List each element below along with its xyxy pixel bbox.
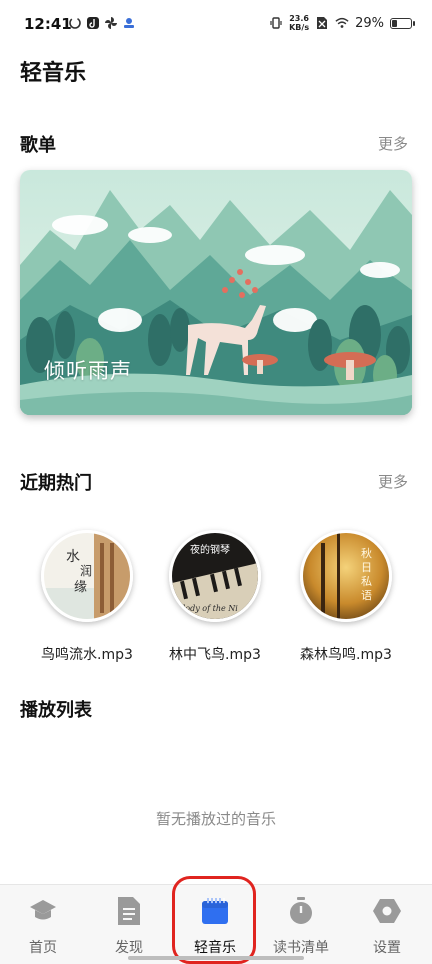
svg-text:私: 私 (361, 575, 372, 588)
svg-text:夜的钢琴: 夜的钢琴 (190, 543, 230, 556)
nav-label: 设置 (373, 940, 401, 956)
page-title: 轻音乐 (20, 61, 87, 86)
vibrate-icon (269, 16, 283, 30)
svg-text:润: 润 (80, 564, 92, 578)
playlist-banner[interactable]: 倾听雨声 (20, 170, 412, 415)
pinwheel-icon (104, 16, 118, 30)
hot-item-name: 鸟鸣流水.mp3 (41, 647, 133, 663)
playlist-section-title: 歌单 (20, 135, 56, 156)
album-cover: 夜的钢琴 elody of the Ni (169, 530, 261, 622)
status-bar: 12:41 23.6 KB/s 29% (0, 0, 432, 52)
wifi-icon (335, 16, 349, 30)
notification-app-icon (122, 16, 136, 30)
svg-text:秋: 秋 (361, 546, 372, 560)
hot-item-name: 森林鸟鸣.mp3 (300, 647, 392, 663)
sync-icon (68, 16, 82, 30)
status-left-icons (68, 16, 136, 30)
svg-text:elody of the Ni: elody of the Ni (178, 604, 238, 613)
nav-item-discover[interactable]: 发现 (86, 895, 172, 957)
battery-icon (390, 17, 415, 29)
nav-label: 首页 (29, 940, 57, 956)
nav-item-settings[interactable]: 设置 (344, 895, 430, 957)
document-icon (113, 895, 145, 927)
battery-fill (392, 19, 397, 27)
net-speed: 23.6 KB/s (289, 14, 309, 32)
graduation-cap-icon (27, 895, 59, 927)
nav-item-home[interactable]: 首页 (0, 895, 86, 957)
banner-caption: 倾听雨声 (44, 359, 132, 383)
battery-percent: 29% (355, 15, 384, 31)
hot-list: 水 润 缘 鸟鸣流水.mp3 夜的钢琴 elody of the Ni 林中飞鸟… (0, 530, 432, 670)
stopwatch-icon (285, 895, 317, 927)
sim-off-icon (315, 16, 329, 30)
hot-item[interactable]: 水 润 缘 鸟鸣流水.mp3 (22, 530, 152, 664)
svg-text:日: 日 (361, 561, 372, 574)
nav-item-reading-list[interactable]: 读书清单 (258, 895, 344, 957)
svg-text:缘: 缘 (74, 580, 87, 595)
tiktok-icon (86, 16, 100, 30)
status-right: 23.6 KB/s 29% (269, 14, 415, 32)
net-speed-unit: KB/s (289, 23, 310, 32)
nav-label: 发现 (115, 940, 143, 956)
album-cover: 秋 日 私 语 (300, 530, 392, 622)
empty-state-text: 暂无播放过的音乐 (155, 810, 276, 828)
status-time: 12:41 (24, 15, 72, 33)
settings-hexagon-icon (371, 895, 403, 927)
hot-item[interactable]: 夜的钢琴 elody of the Ni 林中飞鸟.mp3 (150, 530, 280, 664)
album-cover: 水 润 缘 (41, 530, 133, 622)
svg-text:语: 语 (361, 589, 372, 602)
hot-item-name: 林中飞鸟.mp3 (169, 647, 261, 663)
net-speed-value: 23.6 (289, 14, 309, 23)
hot-item[interactable]: 秋 日 私 语 森林鸟鸣.mp3 (281, 530, 411, 664)
hot-more-link[interactable]: 更多 (378, 471, 408, 492)
playlist-history-title: 播放列表 (20, 700, 92, 721)
playlist-more-link[interactable]: 更多 (378, 133, 408, 154)
home-indicator (128, 956, 304, 960)
nav-label: 读书清单 (273, 940, 329, 956)
highlight-ring (172, 876, 256, 964)
hot-section-title: 近期热门 (20, 473, 92, 494)
svg-text:水: 水 (66, 549, 80, 565)
